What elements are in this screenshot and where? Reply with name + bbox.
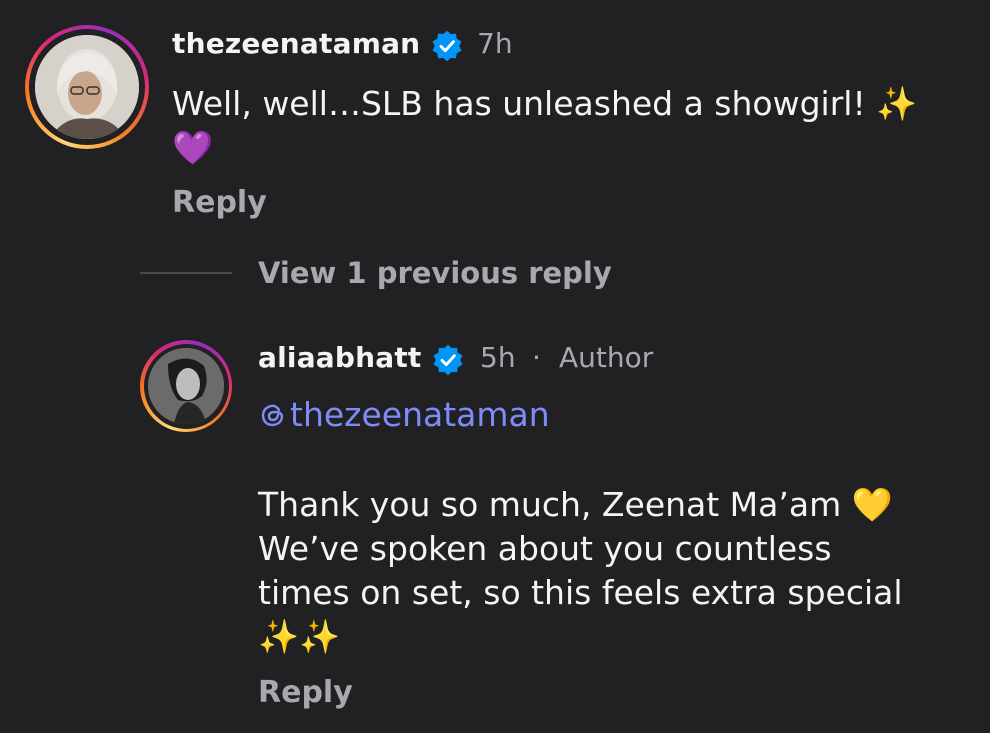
verified-badge-icon (433, 344, 463, 376)
avatar-photo (35, 35, 139, 139)
purple-heart-emoji: 💜 (172, 128, 214, 167)
avatar-aliaabhatt[interactable] (140, 340, 232, 432)
view-replies-label: View 1 previous reply (258, 256, 612, 290)
reply-button[interactable]: Reply (258, 675, 353, 710)
comment-thread: thezeenataman 7h Well, well…SLB has unle… (0, 0, 990, 733)
thread-divider-line (140, 272, 232, 274)
mention-username: thezeenataman (290, 395, 550, 434)
comment-username[interactable]: thezeenataman (172, 27, 420, 60)
verified-badge-icon (432, 30, 462, 62)
mention-link[interactable]: thezeenataman (258, 395, 550, 434)
comment-text-line: We’ve spoken about you countless (258, 529, 832, 568)
comment-timestamp: 5h (480, 341, 516, 374)
author-badge: Author (559, 341, 654, 374)
comment-text-line: Thank you so much, Zeenat Ma’am 💛 (258, 485, 893, 524)
view-previous-replies-button[interactable]: View 1 previous reply (140, 256, 612, 290)
meta-separator: · (532, 341, 541, 374)
comment-text-line: times on set, so this feels extra specia… (258, 573, 903, 612)
comment-text-line: 💜 (172, 126, 213, 170)
avatar-thezeenataman[interactable] (25, 25, 149, 149)
comment-text-line: Well, well…SLB has unleashed a showgirl!… (172, 84, 918, 123)
threads-icon (261, 404, 284, 426)
sparkles-emoji: ✨✨ (258, 617, 341, 656)
avatar-photo (148, 348, 224, 424)
comment-username[interactable]: aliaabhatt (258, 341, 422, 374)
comment-timestamp: 7h (477, 27, 513, 60)
reply-button[interactable]: Reply (172, 185, 267, 220)
